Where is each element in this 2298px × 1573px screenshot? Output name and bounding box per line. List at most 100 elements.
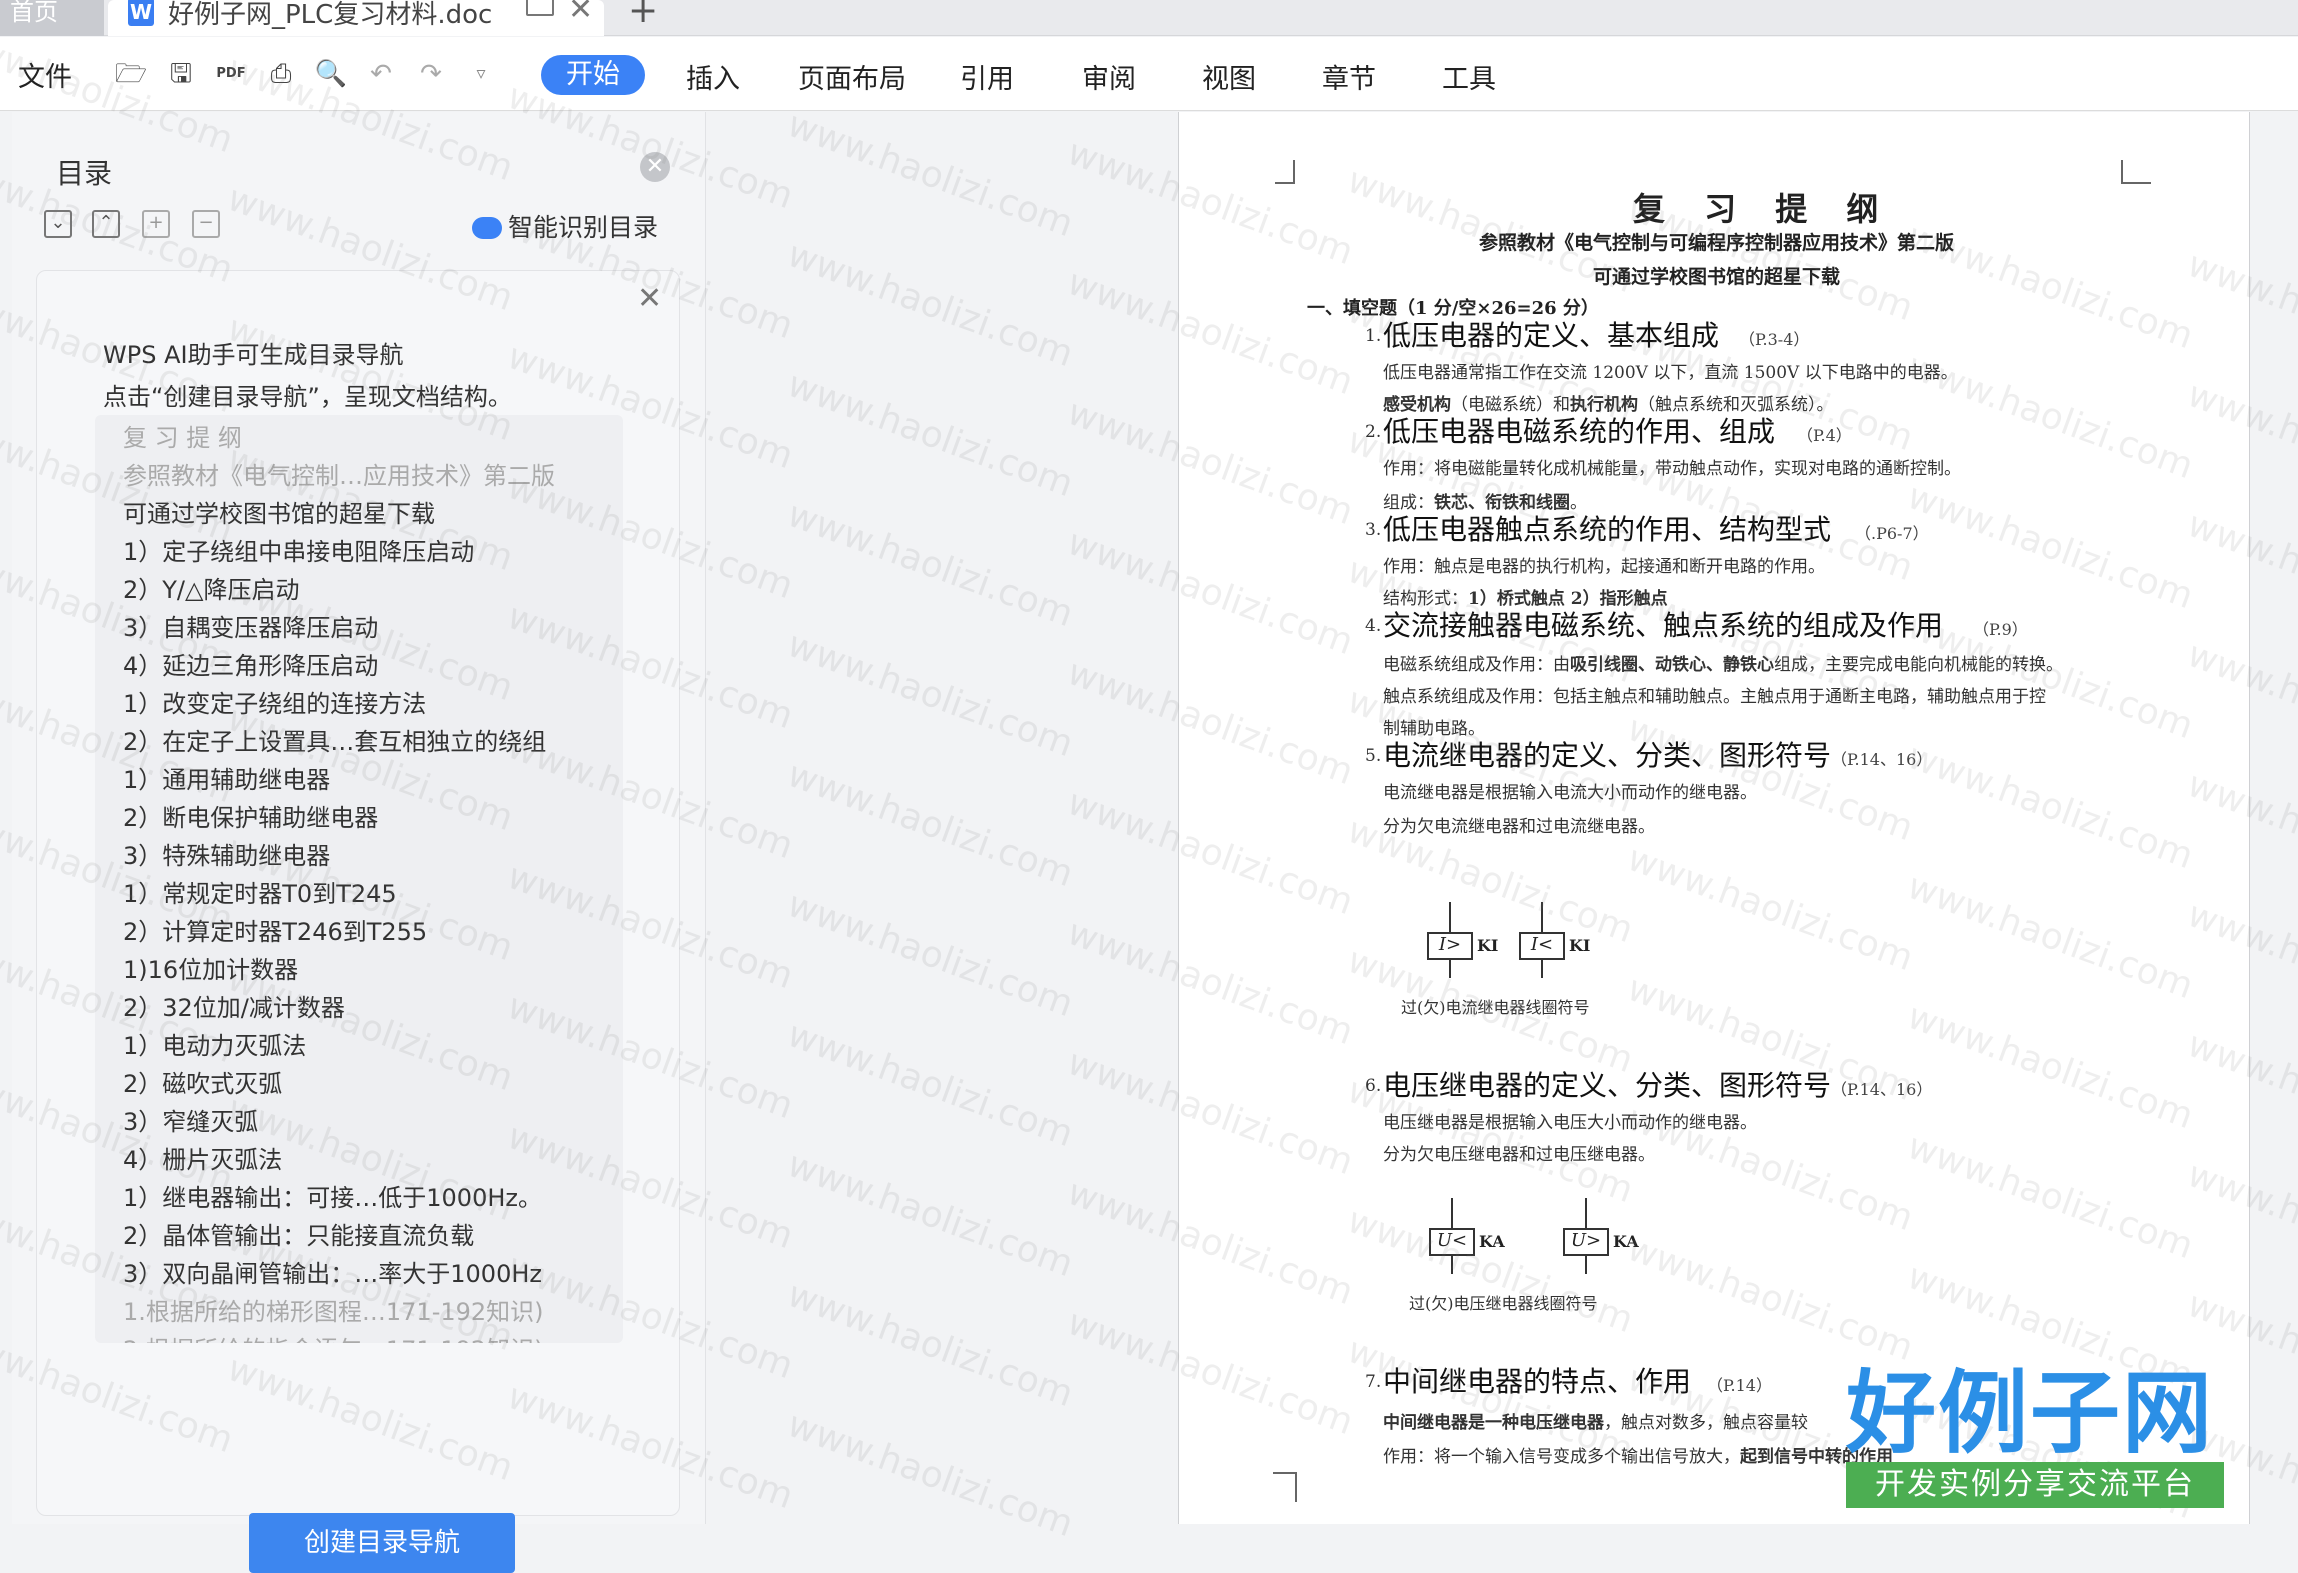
print-preview-icon[interactable]: 🔍 bbox=[314, 57, 348, 91]
open-folder-icon[interactable]: 🗁 bbox=[114, 57, 148, 91]
item-heading: 低压电器电磁系统的作用、组成 bbox=[1383, 415, 1776, 448]
close-card-icon[interactable]: ✕ bbox=[637, 281, 662, 316]
toc-preview-item: 1）继电器输出：可接…低于1000Hz。 bbox=[123, 1184, 542, 1212]
paragraph: 电流继电器是根据输入电流大小而动作的继电器。 bbox=[1383, 783, 1757, 803]
item-number: 1. bbox=[1365, 326, 1382, 346]
tab-tools[interactable]: 工具 bbox=[1442, 57, 1496, 96]
save-icon[interactable]: 🖫 bbox=[164, 57, 198, 91]
vertical-scrollbar[interactable] bbox=[2268, 112, 2298, 1524]
relay-coil-box: I< bbox=[1519, 932, 1565, 960]
toc-preview-item: 2）磁吹式灭弧 bbox=[123, 1070, 283, 1098]
tab-view[interactable]: 视图 bbox=[1202, 57, 1256, 96]
tab-start[interactable]: 开始 bbox=[541, 55, 645, 95]
current-relay-symbol: I> KI I< KI bbox=[1427, 902, 1627, 978]
toc-preview-item: 2）晶体管输出：只能接直流负载 bbox=[123, 1222, 475, 1250]
item-ref: （P.14） bbox=[1707, 1376, 1772, 1395]
new-tab-icon[interactable]: + bbox=[628, 0, 658, 31]
toc-preview-item: 可通过学校图书馆的超星下载 bbox=[123, 500, 435, 528]
toc-preview-item: 1）定子绕组中串接电阻降压启动 bbox=[123, 538, 475, 566]
tab-chapter[interactable]: 章节 bbox=[1322, 57, 1376, 96]
paragraph: 作用：将电磁能量转化成机械能量，带动触点动作，实现对电路的通断控制。 bbox=[1383, 459, 1961, 479]
toc-preview-item: 4）栅片灭弧法 bbox=[123, 1146, 283, 1174]
page-corner-mark bbox=[2121, 160, 2151, 184]
toc-preview-item: 3）特殊辅助继电器 bbox=[123, 842, 331, 870]
doc-title: 复 习 提 纲 bbox=[1633, 190, 1893, 228]
toc-preview-item: 2）计算定时器T246到T255 bbox=[123, 918, 428, 946]
tab-document-title: 好例子网_PLC复习材料.doc bbox=[168, 0, 493, 30]
item-ref: （P.4） bbox=[1797, 426, 1852, 445]
paragraph: 低压电器通常指工作在交流 1200V 以下，直流 1500V 以下电路中的电器。 bbox=[1383, 363, 1958, 383]
relay-label: KA bbox=[1613, 1232, 1639, 1251]
toc-preview-item: 1)16位加计数器 bbox=[123, 956, 299, 984]
remove-level-icon[interactable]: − bbox=[192, 210, 220, 238]
relay-label: KI bbox=[1569, 936, 1591, 955]
toc-preview-item: 参照教材《电气控制…应用技术》第二版 bbox=[123, 462, 555, 490]
ai-card-line1: WPS AI助手可生成目录导航 bbox=[103, 341, 404, 369]
paragraph: 作用：将一个输入信号变成多个输出信号放大，起到信号中转的作用 bbox=[1383, 1442, 1893, 1467]
paragraph: 分为欠电压继电器和过电压继电器。 bbox=[1383, 1145, 1655, 1165]
toc-sidebar: 目录 ✕ ⌄ ⌃ + − 智能识别目录 ✕ WPS AI助手可生成目录导航 点击… bbox=[12, 112, 706, 1573]
paragraph: 电磁系统组成及作用：由吸引线圈、动铁心、静铁心组成，主要完成电能向机械能的转换。 bbox=[1383, 650, 2063, 675]
paragraph: 中间继电器是一种电压继电器，触点对数多，触点容量较 bbox=[1383, 1408, 1808, 1433]
redo-icon[interactable]: ↷ bbox=[414, 57, 448, 91]
more-icon[interactable]: ▿ bbox=[464, 57, 498, 91]
toc-preview-item: 3）窄缝灭弧 bbox=[123, 1108, 259, 1136]
brand-tagline: 开发实例分享交流平台 bbox=[1846, 1462, 2224, 1508]
toc-preview-item: 4）延边三角形降压启动 bbox=[123, 652, 379, 680]
tab-insert[interactable]: 插入 bbox=[686, 57, 740, 96]
toc-preview-item: 1）通用辅助继电器 bbox=[123, 766, 331, 794]
toc-preview-item: 3）双向晶闸管输出：…率大于1000Hz bbox=[123, 1260, 542, 1288]
item-number: 7. bbox=[1365, 1372, 1382, 1392]
pdf-icon[interactable]: PDF bbox=[214, 57, 248, 91]
text-run: 作用：将一个输入信号变成多个输出信号放大， bbox=[1383, 1447, 1740, 1467]
doc-subtitle-2: 可通过学校图书馆的超星下载 bbox=[1593, 266, 1841, 288]
item-heading: 电流继电器的定义、分类、图形符号 bbox=[1383, 739, 1832, 772]
toc-preview-item: 1）常规定时器T0到T245 bbox=[123, 880, 397, 908]
document-page[interactable]: 复 习 提 纲 参照教材《电气控制与可编程序控制器应用技术》第二版 可通过学校图… bbox=[1178, 112, 2250, 1524]
ai-toc-card: ✕ WPS AI助手可生成目录导航 点击“创建目录导航”，呈现文档结构。 复 习… bbox=[36, 270, 680, 1573]
tab-page-layout[interactable]: 页面布局 bbox=[798, 57, 906, 96]
relay-label: KA bbox=[1479, 1232, 1505, 1251]
page-corner-mark bbox=[1273, 1472, 1297, 1502]
create-toc-button[interactable]: 创建目录导航 bbox=[249, 1513, 515, 1573]
item-ref: （.P6-7） bbox=[1855, 524, 1929, 543]
expand-all-icon[interactable]: ⌄ bbox=[44, 210, 72, 238]
item-number: 3. bbox=[1365, 520, 1382, 540]
item-number: 6. bbox=[1365, 1076, 1382, 1096]
tab-bar: 首页 W 好例子网_PLC复习材料.doc ✕ + bbox=[0, 0, 2298, 36]
toc-preview-item: 1.根据所给的梯形图程…171-192知识) bbox=[123, 1298, 544, 1326]
item-ref: （P.14、16） bbox=[1831, 750, 1933, 769]
file-menu[interactable]: 文件 bbox=[18, 55, 72, 94]
collapse-all-icon[interactable]: ⌃ bbox=[92, 210, 120, 238]
relay-coil-box: U< bbox=[1429, 1228, 1475, 1256]
tab-document[interactable]: W 好例子网_PLC复习材料.doc ✕ bbox=[108, 0, 604, 36]
monitor-icon[interactable] bbox=[526, 0, 554, 16]
toc-preview-item: 3）自耦变压器降压启动 bbox=[123, 614, 379, 642]
voltage-relay-symbol: U< KA U> KA bbox=[1429, 1198, 1649, 1274]
figure-caption: 过(欠)电流继电器线圈符号 bbox=[1401, 998, 1590, 1017]
close-sidebar-icon[interactable]: ✕ bbox=[640, 152, 670, 182]
tab-references[interactable]: 引用 bbox=[960, 57, 1014, 96]
toc-preview-item: 2）Y/△降压启动 bbox=[123, 576, 300, 604]
smart-toc-button[interactable]: 智能识别目录 bbox=[472, 208, 658, 244]
tab-home[interactable]: 首页 bbox=[0, 0, 104, 36]
text-run: 电磁系统组成及作用：由 bbox=[1383, 655, 1570, 675]
toc-preview-item: 2.根据所给的指令语句…171-192知识) bbox=[123, 1335, 544, 1343]
add-level-icon[interactable]: + bbox=[142, 210, 170, 238]
print-icon[interactable]: ⎙ bbox=[264, 57, 298, 91]
relay-coil-box: I> bbox=[1427, 932, 1473, 960]
item-number: 4. bbox=[1365, 616, 1382, 636]
undo-icon[interactable]: ↶ bbox=[364, 57, 398, 91]
tab-review[interactable]: 审阅 bbox=[1082, 57, 1136, 96]
relay-label: KI bbox=[1477, 936, 1499, 955]
ai-card-line2: 点击“创建目录导航”，呈现文档结构。 bbox=[103, 383, 512, 411]
paragraph: 分为欠电流继电器和过电流继电器。 bbox=[1383, 817, 1655, 837]
item-ref: （P.14、16） bbox=[1831, 1080, 1933, 1099]
close-tab-icon[interactable]: ✕ bbox=[568, 0, 593, 27]
item-heading: 交流接触器电磁系统、触点系统的组成及作用 bbox=[1383, 609, 1944, 642]
brand-logo: 好例子网 开发实例分享交流平台 bbox=[1846, 1364, 2224, 1512]
item-heading: 中间继电器的特点、作用 bbox=[1383, 1365, 1692, 1398]
bold-term: 吸引线圈、动铁心、静铁心 bbox=[1570, 655, 1774, 675]
figure-caption: 过(欠)电压继电器线圈符号 bbox=[1409, 1294, 1598, 1313]
ribbon: 文件 🗁 🖫 PDF ⎙ 🔍 ↶ ↷ ▿ 开始 插入 页面布局 引用 审阅 视图… bbox=[0, 37, 2298, 111]
